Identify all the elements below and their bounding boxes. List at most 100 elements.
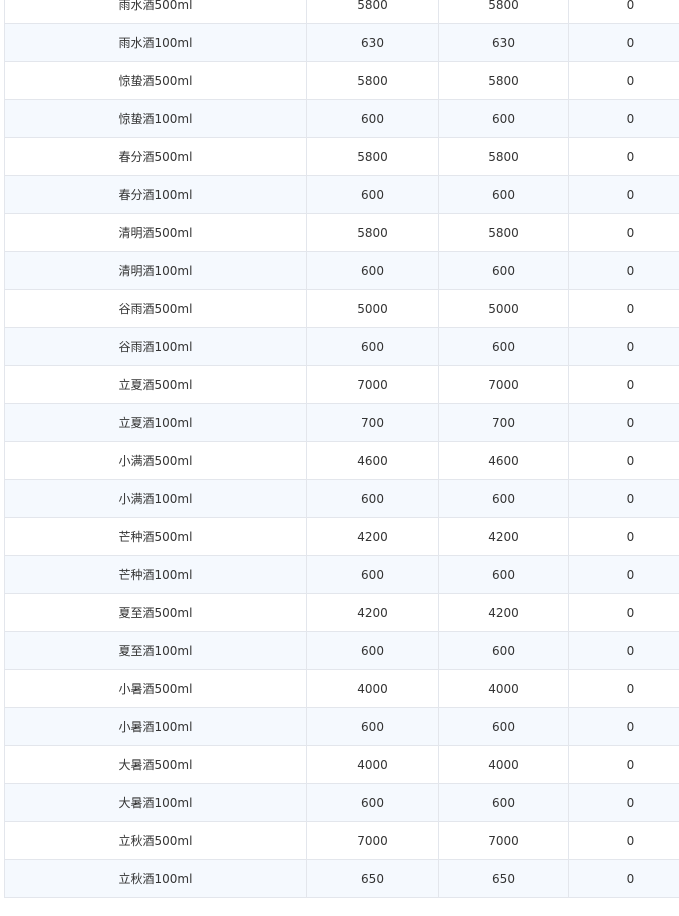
table-row: 春分酒500ml 5800 5800 0: [4, 137, 679, 176]
value-cell-col4: 0: [568, 859, 679, 898]
value-cell-col3: 5000: [438, 289, 569, 328]
table-row: 大暑酒100ml 600 600 0: [4, 783, 679, 822]
value-cell-col2: 4000: [306, 745, 439, 784]
product-name-cell: 惊蛰酒100ml: [4, 99, 307, 138]
value-cell-col2: 600: [306, 631, 439, 670]
value-cell-col2: 600: [306, 783, 439, 822]
value-cell-col3: 600: [438, 631, 569, 670]
value-cell-col2: 630: [306, 23, 439, 62]
product-name-cell: 谷雨酒100ml: [4, 327, 307, 366]
table-row: 小满酒100ml 600 600 0: [4, 479, 679, 518]
value-cell-col2: 600: [306, 707, 439, 746]
table-row: 雨水酒500ml 5800 5800 0: [4, 0, 679, 24]
value-cell-col3: 600: [438, 251, 569, 290]
value-cell-col3: 4000: [438, 745, 569, 784]
table-row: 春分酒100ml 600 600 0: [4, 175, 679, 214]
value-cell-col3: 600: [438, 707, 569, 746]
value-cell-col4: 0: [568, 251, 679, 290]
value-cell-col3: 7000: [438, 821, 569, 860]
value-cell-col3: 5800: [438, 137, 569, 176]
value-cell-col4: 0: [568, 593, 679, 632]
value-cell-col2: 4600: [306, 441, 439, 480]
product-name-cell: 清明酒500ml: [4, 213, 307, 252]
value-cell-col2: 600: [306, 175, 439, 214]
value-cell-col2: 600: [306, 479, 439, 518]
table-row: 惊蛰酒100ml 600 600 0: [4, 99, 679, 138]
table-row: 立夏酒500ml 7000 7000 0: [4, 365, 679, 404]
value-cell-col3: 600: [438, 783, 569, 822]
table-row: 立秋酒100ml 650 650 0: [4, 859, 679, 898]
value-cell-col3: 5800: [438, 0, 569, 24]
table-row: 雨水酒100ml 630 630 0: [4, 23, 679, 62]
value-cell-col3: 7000: [438, 365, 569, 404]
table-row: 芒种酒100ml 600 600 0: [4, 555, 679, 594]
product-name-cell: 立秋酒100ml: [4, 859, 307, 898]
value-cell-col3: 600: [438, 327, 569, 366]
value-cell-col2: 4200: [306, 593, 439, 632]
product-name-cell: 清明酒100ml: [4, 251, 307, 290]
value-cell-col3: 600: [438, 175, 569, 214]
value-cell-col4: 0: [568, 707, 679, 746]
table-row: 谷雨酒100ml 600 600 0: [4, 327, 679, 366]
value-cell-col4: 0: [568, 555, 679, 594]
table-row: 立夏酒100ml 700 700 0: [4, 403, 679, 442]
value-cell-col3: 5800: [438, 213, 569, 252]
product-name-cell: 谷雨酒500ml: [4, 289, 307, 328]
value-cell-col4: 0: [568, 137, 679, 176]
value-cell-col2: 600: [306, 327, 439, 366]
product-name-cell: 雨水酒500ml: [4, 0, 307, 24]
product-name-cell: 春分酒500ml: [4, 137, 307, 176]
table-row: 清明酒100ml 600 600 0: [4, 251, 679, 290]
table-row: 小暑酒100ml 600 600 0: [4, 707, 679, 746]
product-name-cell: 立夏酒100ml: [4, 403, 307, 442]
product-name-cell: 雨水酒100ml: [4, 23, 307, 62]
table-row: 大暑酒500ml 4000 4000 0: [4, 745, 679, 784]
table-row: 小满酒500ml 4600 4600 0: [4, 441, 679, 480]
data-table: 雨水酒500ml 5800 5800 0 雨水酒100ml 630 630 0 惊蛰酒500ml…: [4, 0, 679, 898]
value-cell-col3: 4600: [438, 441, 569, 480]
table-row: 立秋酒500ml 7000 7000 0: [4, 821, 679, 860]
table-row: 谷雨酒500ml 5000 5000 0: [4, 289, 679, 328]
value-cell-col2: 700: [306, 403, 439, 442]
product-name-cell: 惊蛰酒500ml: [4, 61, 307, 100]
value-cell-col2: 7000: [306, 821, 439, 860]
product-name-cell: 立夏酒500ml: [4, 365, 307, 404]
value-cell-col4: 0: [568, 745, 679, 784]
value-cell-col4: 0: [568, 821, 679, 860]
product-name-cell: 小暑酒100ml: [4, 707, 307, 746]
value-cell-col2: 5800: [306, 213, 439, 252]
value-cell-col2: 4200: [306, 517, 439, 556]
value-cell-col3: 600: [438, 555, 569, 594]
product-name-cell: 春分酒100ml: [4, 175, 307, 214]
product-name-cell: 夏至酒500ml: [4, 593, 307, 632]
value-cell-col4: 0: [568, 289, 679, 328]
value-cell-col4: 0: [568, 517, 679, 556]
value-cell-col2: 600: [306, 555, 439, 594]
value-cell-col2: 5800: [306, 137, 439, 176]
table-row: 芒种酒500ml 4200 4200 0: [4, 517, 679, 556]
value-cell-col2: 7000: [306, 365, 439, 404]
value-cell-col3: 600: [438, 479, 569, 518]
value-cell-col3: 5800: [438, 61, 569, 100]
table-row: 夏至酒100ml 600 600 0: [4, 631, 679, 670]
value-cell-col4: 0: [568, 0, 679, 24]
value-cell-col3: 630: [438, 23, 569, 62]
value-cell-col4: 0: [568, 327, 679, 366]
product-name-cell: 夏至酒100ml: [4, 631, 307, 670]
value-cell-col4: 0: [568, 365, 679, 404]
value-cell-col3: 650: [438, 859, 569, 898]
value-cell-col2: 600: [306, 99, 439, 138]
value-cell-col4: 0: [568, 403, 679, 442]
table-row: 清明酒500ml 5800 5800 0: [4, 213, 679, 252]
value-cell-col2: 650: [306, 859, 439, 898]
table-body: 雨水酒500ml 5800 5800 0 雨水酒100ml 630 630 0 惊蛰酒500ml…: [4, 0, 679, 898]
value-cell-col3: 600: [438, 99, 569, 138]
value-cell-col3: 700: [438, 403, 569, 442]
value-cell-col4: 0: [568, 99, 679, 138]
product-name-cell: 大暑酒500ml: [4, 745, 307, 784]
table-row: 惊蛰酒500ml 5800 5800 0: [4, 61, 679, 100]
value-cell-col4: 0: [568, 783, 679, 822]
value-cell-col2: 5800: [306, 0, 439, 24]
value-cell-col4: 0: [568, 23, 679, 62]
value-cell-col2: 5800: [306, 61, 439, 100]
